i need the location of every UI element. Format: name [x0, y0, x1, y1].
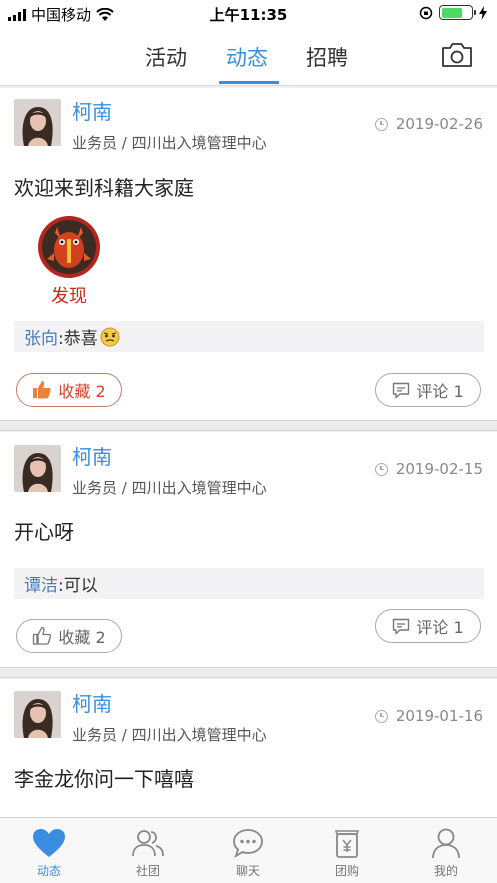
comment-button[interactable]: 评论 1 — [375, 373, 481, 407]
comment-button[interactable]: 评论 1 — [375, 609, 481, 643]
comment-text: :恭喜 — [58, 329, 98, 349]
emoji-icon — [100, 327, 120, 346]
feed: 柯南 业务员 / 四川出入境管理中心 2019-02-26 欢迎来到科籍大家庭 … — [0, 88, 497, 817]
post-date-text: 2019-02-26 — [395, 115, 483, 133]
bottom-tab-label: 聊天 — [235, 864, 260, 878]
bottom-tab-bar: 动态 社团 聊天 团购 我的 — [0, 817, 497, 883]
post-date: 2019-02-15 — [374, 460, 483, 478]
post-date-text: 2019-01-16 — [395, 707, 483, 725]
group-icon — [132, 830, 164, 857]
post-text: 欢迎来到科籍大家庭 — [14, 176, 194, 200]
heart-icon — [33, 829, 65, 857]
comment-label: 评论 1 — [416, 618, 464, 637]
person-icon — [432, 828, 460, 859]
favorite-button[interactable]: 收藏 2 — [16, 373, 122, 407]
post-text: 李金龙你问一下嘻嘻 — [14, 767, 194, 791]
avatar[interactable] — [14, 445, 61, 492]
avatar[interactable] — [14, 691, 61, 738]
camera-icon[interactable] — [441, 42, 473, 68]
bottom-tab-moments[interactable]: 动态 — [9, 826, 89, 879]
attachment-caption: 发现 — [51, 286, 87, 307]
comment-label: 评论 1 — [416, 382, 464, 401]
clock-icon — [374, 462, 388, 476]
avatar[interactable] — [14, 99, 61, 146]
tab-recruitment[interactable]: 招聘 — [306, 42, 348, 72]
author-name[interactable]: 柯南 — [72, 96, 112, 125]
comment-author[interactable]: 谭洁 — [24, 571, 58, 596]
post-card: 柯南 业务员 / 四川出入境管理中心 2019-01-16 李金龙你问一下嘻嘻 — [0, 679, 497, 817]
bottom-tab-label: 社团 — [135, 864, 160, 878]
comment-row: 张向 :恭喜 — [14, 321, 484, 352]
active-tab-indicator — [219, 81, 279, 84]
bottom-tab-label: 团购 — [334, 864, 359, 878]
post-card: 柯南 业务员 / 四川出入境管理中心 2019-02-15 开心呀 谭洁 :可以… — [0, 432, 497, 667]
tab-activities[interactable]: 活动 — [145, 42, 187, 72]
favorite-label: 收藏 2 — [58, 628, 106, 647]
comment-text: :可以 — [58, 576, 98, 596]
author-name[interactable]: 柯南 — [72, 688, 112, 717]
battery-icon — [439, 5, 476, 20]
post-card: 柯南 业务员 / 四川出入境管理中心 2019-02-26 欢迎来到科籍大家庭 … — [0, 88, 497, 420]
comment-row: 谭洁 :可以 — [14, 568, 484, 599]
status-right — [419, 5, 487, 20]
charging-icon — [479, 5, 487, 20]
bottom-tab-me[interactable]: 我的 — [406, 826, 486, 879]
status-bar: 中国移动 上午11:35 — [0, 0, 497, 28]
bottom-tab-chat[interactable]: 聊天 — [208, 826, 288, 879]
bottom-tab-community[interactable]: 社团 — [108, 826, 188, 879]
bottom-tab-label: 动态 — [36, 864, 61, 878]
divider — [0, 667, 497, 678]
comment-icon — [393, 382, 410, 398]
post-date-text: 2019-02-15 — [395, 460, 483, 478]
post-text: 开心呀 — [14, 520, 74, 544]
divider — [0, 420, 497, 431]
post-attachment[interactable]: 发现 — [36, 215, 102, 308]
author-role: 业务员 / 四川出入境管理中心 — [72, 134, 267, 152]
favorite-label: 收藏 2 — [58, 382, 106, 401]
chat-icon — [233, 829, 263, 858]
top-nav: 活动 动态 招聘 — [0, 28, 497, 86]
favorite-button[interactable]: 收藏 2 — [16, 619, 122, 653]
bottom-tab-groupbuy[interactable]: 团购 — [307, 826, 387, 879]
author-role: 业务员 / 四川出入境管理中心 — [72, 726, 267, 744]
shopping-bag-icon — [334, 830, 360, 858]
fish-logo-icon — [38, 216, 100, 278]
tab-moments[interactable]: 动态 — [226, 42, 268, 72]
post-date: 2019-01-16 — [374, 707, 483, 725]
clock-icon — [374, 117, 388, 131]
thumbs-up-icon — [33, 381, 52, 399]
clock-icon — [374, 709, 388, 723]
post-date: 2019-02-26 — [374, 115, 483, 133]
thumbs-up-icon — [33, 626, 52, 645]
orientation-lock-icon — [419, 6, 433, 19]
comment-author[interactable]: 张向 — [24, 324, 58, 349]
author-role: 业务员 / 四川出入境管理中心 — [72, 479, 267, 497]
bottom-tab-label: 我的 — [433, 864, 458, 878]
comment-icon — [393, 618, 410, 634]
author-name[interactable]: 柯南 — [72, 441, 112, 470]
